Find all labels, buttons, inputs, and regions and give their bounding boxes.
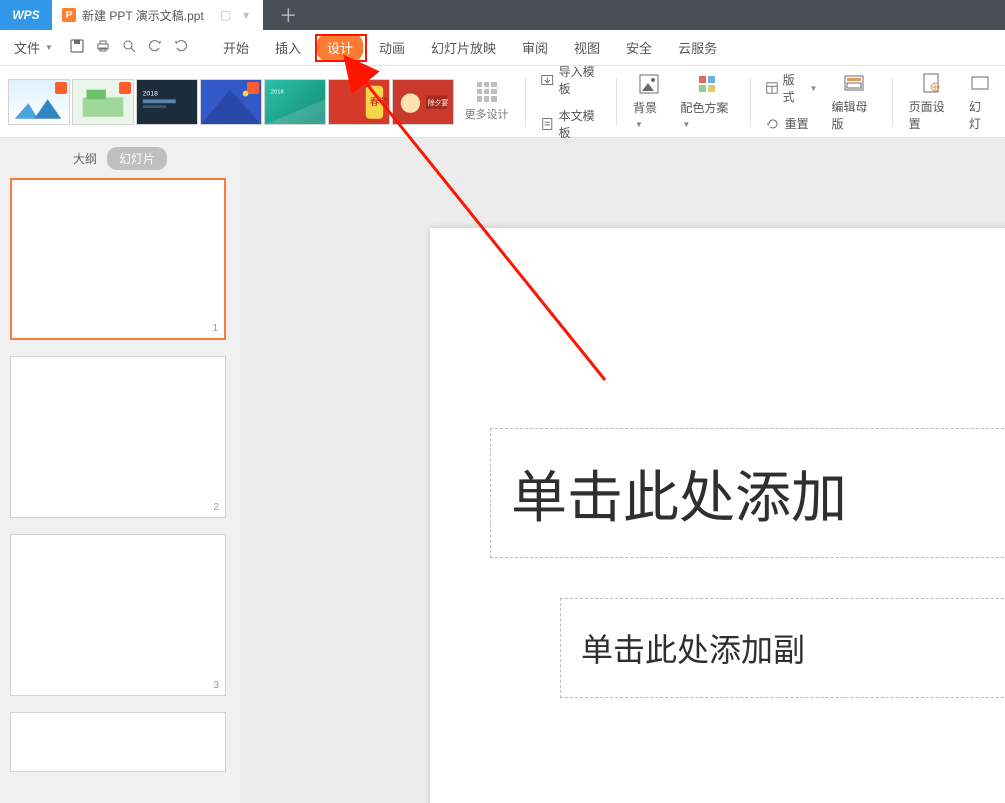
tab-cloud[interactable]: 云服务 [668,34,727,61]
reset-icon [765,116,781,132]
template-thumb[interactable] [200,79,262,125]
template-thumb[interactable]: 2018 [136,79,198,125]
reset-button[interactable]: 重置 [761,113,822,134]
svg-text:除夕宴: 除夕宴 [428,98,449,107]
master-icon [843,72,865,94]
document-icon [540,116,555,132]
layout-label: 版式 [783,71,804,105]
slides-tab[interactable]: 幻灯片 [107,147,167,170]
template-thumb[interactable]: 春节 [328,79,390,125]
file-menu-label: 文件 [14,38,40,57]
grid-icon [477,82,497,102]
import-icon [540,72,555,88]
slide-icon [969,72,991,94]
undo-icon[interactable] [147,38,163,57]
slide-panel: 大纲 幻灯片 1 2 3 [0,138,240,803]
ribbon-tabs: 开始 插入 设计 动画 幻灯片放映 审阅 视图 安全 云服务 [213,34,727,61]
edit-master-label: 编辑母版 [831,98,875,132]
background-label: 背景 [633,101,657,115]
window-restore-icon[interactable]: ▢ [220,8,231,22]
print-preview-icon[interactable] [121,38,137,57]
workspace: 大纲 幻灯片 1 2 3 单击此处添加 单击此处添加副 [0,138,1005,803]
slide-size-label: 幻灯 [969,98,991,132]
template-thumb[interactable] [72,79,134,125]
layout-icon [765,80,779,96]
slide-number: 2 [213,502,219,513]
slide-number: 3 [213,680,219,691]
title-bar: WPS P 新建 PPT 演示文稿.ppt ▢ ▾ ＋ [0,0,1005,30]
tab-view[interactable]: 视图 [564,34,610,61]
app-brand: WPS [0,0,52,30]
this-doc-template-button[interactable]: 本文模板 [536,105,606,143]
chevron-down-icon: ▼ [810,84,818,93]
ribbon-divider [616,78,617,126]
ribbon-divider [892,78,893,126]
slide-size-button-truncated[interactable]: 幻灯 [963,70,997,134]
background-icon [638,73,660,95]
tab-start[interactable]: 开始 [213,34,259,61]
slide-number: 1 [212,323,218,334]
tab-menu-icon[interactable]: ▾ [243,8,249,22]
svg-text:2018: 2018 [271,89,284,95]
slide-editor[interactable]: 单击此处添加 单击此处添加副 [240,138,1005,803]
slide-thumbnails: 1 2 3 [0,172,240,803]
slide-thumbnail[interactable]: 1 [10,178,226,340]
color-scheme-button[interactable]: 配色方案 ▼ [674,71,739,132]
document-tab[interactable]: P 新建 PPT 演示文稿.ppt ▢ ▾ [52,0,263,30]
edit-master-button[interactable]: 编辑母版 [825,70,881,134]
more-designs-label: 更多设计 [465,106,509,122]
tab-security[interactable]: 安全 [616,34,662,61]
color-scheme-label: 配色方案 [680,101,728,115]
layout-button[interactable]: 版式 ▼ [761,69,822,107]
import-template-label: 导入模板 [559,63,603,97]
slide-thumbnail[interactable]: 2 [10,356,226,518]
design-template-gallery: 2018 2018 春节 除夕宴 [8,79,454,125]
tab-animation[interactable]: 动画 [369,34,415,61]
menu-bar: 文件 ▼ 开始 插入 设计 动画 幻灯片放映 审阅 视图 安全 云服务 [0,30,1005,66]
slide-thumbnail[interactable] [10,712,226,772]
quick-access-toolbar [69,38,189,57]
document-title: 新建 PPT 演示文稿.ppt [82,7,204,24]
tab-insert[interactable]: 插入 [265,34,311,61]
slide-thumbnail[interactable]: 3 [10,534,226,696]
svg-text:2018: 2018 [143,90,158,97]
template-group: 导入模板 本文模板 [536,61,606,143]
title-placeholder[interactable]: 单击此处添加 [490,428,1005,558]
chevron-down-icon: ▼ [45,43,53,52]
template-thumb[interactable]: 2018 [264,79,326,125]
save-icon[interactable] [69,38,85,57]
chevron-down-icon: ▼ [635,120,643,129]
slide-panel-tabs: 大纲 幻灯片 [0,144,240,172]
print-icon[interactable] [95,38,111,57]
svg-text:春节: 春节 [370,96,389,108]
tab-extra-icons: ▢ ▾ [220,8,249,22]
presentation-file-icon: P [62,8,76,22]
outline-tab[interactable]: 大纲 [73,150,97,167]
design-ribbon: 2018 2018 春节 除夕宴 更多设计 导入模板 本文模板 背景 ▼ [0,66,1005,138]
this-doc-template-label: 本文模板 [559,107,603,141]
tab-review[interactable]: 审阅 [512,34,558,61]
ribbon-divider [525,78,526,126]
tab-slideshow[interactable]: 幻灯片放映 [421,34,506,61]
ribbon-divider [750,78,751,126]
file-menu[interactable]: 文件 ▼ [8,38,59,57]
current-slide[interactable]: 单击此处添加 单击此处添加副 [430,228,1005,803]
page-setup-label: 页面设置 [909,98,953,132]
more-designs-button[interactable]: 更多设计 [458,72,515,132]
redo-icon[interactable] [173,38,189,57]
subtitle-placeholder[interactable]: 单击此处添加副 [560,598,1005,698]
tab-design[interactable]: 设计 [317,34,363,61]
template-thumb[interactable] [8,79,70,125]
import-template-button[interactable]: 导入模板 [536,61,606,99]
new-tab-button[interactable]: ＋ [263,0,313,30]
page-setup-button[interactable]: 页面设置 [903,70,959,134]
page-setup-icon [920,72,942,94]
palette-icon [696,73,718,95]
chevron-down-icon: ▼ [682,120,690,129]
layout-group: 版式 ▼ 重置 [761,69,822,134]
reset-label: 重置 [785,115,809,132]
template-thumb[interactable]: 除夕宴 [392,79,454,125]
background-button[interactable]: 背景 ▼ [627,71,670,132]
